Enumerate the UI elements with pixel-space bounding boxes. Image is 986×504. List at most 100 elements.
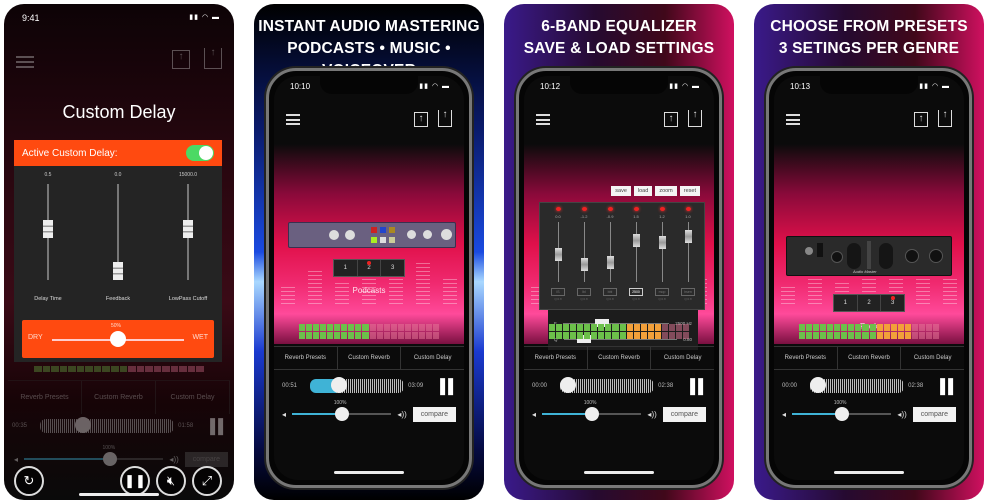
band-slider[interactable]	[580, 222, 588, 282]
band-thumb[interactable]	[606, 256, 614, 269]
scrubber-knob[interactable]	[330, 377, 347, 393]
compare-button[interactable]: compare	[412, 406, 456, 422]
volume-knob[interactable]	[834, 407, 849, 421]
import-icon[interactable]: ↑	[914, 112, 928, 127]
band-thumb[interactable]	[580, 258, 588, 271]
band-type-button[interactable]: bbl	[603, 288, 617, 296]
preset-1[interactable]: 1	[334, 260, 358, 276]
lowpass-cutoff-slider[interactable]: 15000.0 LowPass Cutoff	[158, 172, 218, 302]
tab-reverb-presets[interactable]: Reverb Presets	[524, 347, 588, 369]
band-type-button[interactable]: mop	[655, 288, 669, 296]
band-thumb[interactable]	[684, 230, 692, 243]
screenshot-audio-mastering: INSTANT AUDIO MASTERING PODCASTS • MUSIC…	[254, 4, 484, 500]
waveform-scrubber[interactable]	[310, 377, 405, 393]
volume-slider[interactable]: 100%	[292, 400, 392, 421]
compare-button[interactable]: compare	[662, 406, 706, 422]
tab-custom-delay[interactable]: Custom Delay	[401, 347, 464, 369]
menu-icon[interactable]	[536, 114, 550, 125]
meter-cell	[355, 332, 362, 339]
compare-button[interactable]: compare	[912, 406, 956, 422]
tab-custom-delay[interactable]: Custom Delay	[651, 347, 714, 369]
tab-custom-reverb[interactable]: Custom Reverb	[838, 347, 902, 369]
share-icon[interactable]: ↑	[204, 48, 222, 69]
meter-cell	[633, 332, 640, 339]
pause-icon[interactable]: ▌▌	[940, 378, 958, 394]
share-icon[interactable]: ↑	[438, 110, 452, 127]
menu-icon[interactable]	[16, 56, 34, 68]
menu-icon[interactable]	[286, 114, 300, 125]
mute-icon[interactable]: 🔇︎	[156, 466, 186, 496]
status-time: 9:41	[22, 13, 40, 23]
band-slider[interactable]	[606, 222, 614, 282]
reset-icon[interactable]: ↻	[14, 466, 44, 496]
slider-thumb[interactable]	[113, 262, 123, 280]
tab-reverb-presets[interactable]: Reverb Presets	[8, 381, 82, 414]
scrubber-knob[interactable]	[810, 377, 826, 393]
expand-icon[interactable]: ⤢	[192, 466, 222, 496]
band-thumb[interactable]	[632, 234, 640, 247]
delay-time-slider[interactable]: 0.5 Delay Time	[18, 172, 78, 302]
tab-custom-delay[interactable]: Custom Delay	[156, 381, 230, 414]
mix-knob[interactable]	[110, 331, 126, 347]
preset-2[interactable]: 2	[358, 260, 382, 276]
waveform-scrubber[interactable]	[810, 377, 905, 393]
band-slider[interactable]	[554, 222, 562, 282]
tab-custom-delay[interactable]: Custom Delay	[901, 347, 964, 369]
band-type-button[interactable]: 2500	[629, 288, 643, 296]
band-type-button[interactable]: lS	[551, 288, 565, 296]
import-icon[interactable]: ↑	[664, 112, 678, 127]
preset-1[interactable]: 1	[834, 295, 858, 311]
preset-3[interactable]: 3	[381, 260, 404, 276]
meter-cell	[799, 332, 806, 339]
tab-reverb-presets[interactable]: Reverb Presets	[274, 347, 338, 369]
volume-slider[interactable]: 100%	[24, 445, 164, 466]
share-icon[interactable]: ↑	[938, 110, 952, 127]
pause-icon[interactable]: ▌▌	[440, 378, 458, 394]
load-button[interactable]: load	[633, 186, 653, 196]
save-button[interactable]: save	[611, 186, 631, 196]
reset-button[interactable]: reset	[679, 186, 700, 196]
headline-line-1: INSTANT AUDIO MASTERING	[258, 18, 480, 35]
pause-icon[interactable]: ▌▌	[210, 418, 228, 434]
band-slider[interactable]	[632, 222, 640, 282]
volume-slider[interactable]: 100%	[792, 400, 892, 421]
meter-cell	[425, 332, 432, 339]
share-icon[interactable]: ↑	[688, 110, 702, 127]
tab-custom-reverb[interactable]: Custom Reverb	[82, 381, 156, 414]
band-thumb[interactable]	[658, 236, 666, 249]
tab-custom-reverb[interactable]: Custom Reverb	[588, 347, 652, 369]
band-thumb[interactable]	[554, 248, 562, 261]
menu-icon[interactable]	[786, 114, 800, 125]
compare-button[interactable]: compare	[184, 451, 228, 467]
tab-custom-reverb[interactable]: Custom Reverb	[338, 347, 402, 369]
waveform-scrubber[interactable]	[40, 417, 175, 433]
volume-slider[interactable]: 100%	[542, 400, 642, 421]
band-type-button[interactable]: hsen	[681, 288, 695, 296]
delay-time-value: 0.5	[44, 172, 52, 178]
band-type-button[interactable]: lbl	[577, 288, 591, 296]
band-slider[interactable]	[684, 222, 692, 282]
preset-3[interactable]: 3	[881, 295, 904, 311]
volume-knob[interactable]	[334, 407, 349, 421]
band-q: Q:0.8	[554, 297, 562, 301]
meter-cell	[320, 324, 327, 331]
meter-cell	[383, 324, 390, 331]
volume-knob[interactable]	[584, 407, 599, 421]
scrubber-knob[interactable]	[560, 377, 576, 393]
feedback-slider[interactable]: 0.0 Feedback	[88, 172, 148, 302]
pause-icon[interactable]: ▌▌	[690, 378, 708, 394]
waveform-scrubber[interactable]	[560, 377, 655, 393]
pause-icon[interactable]: ❚❚	[120, 466, 150, 496]
zoom-button[interactable]: zoom	[655, 186, 677, 196]
scrubber-knob[interactable]	[74, 417, 91, 433]
import-icon[interactable]: ↑	[172, 50, 190, 69]
band-slider[interactable]	[658, 222, 666, 282]
volume-knob[interactable]	[103, 452, 118, 466]
active-delay-toggle[interactable]	[186, 145, 214, 161]
meter-cell	[145, 366, 153, 372]
preset-2[interactable]: 2	[858, 295, 882, 311]
slider-thumb[interactable]	[183, 220, 193, 238]
slider-thumb[interactable]	[43, 220, 53, 238]
tab-reverb-presets[interactable]: Reverb Presets	[774, 347, 838, 369]
import-icon[interactable]: ↑	[414, 112, 428, 127]
